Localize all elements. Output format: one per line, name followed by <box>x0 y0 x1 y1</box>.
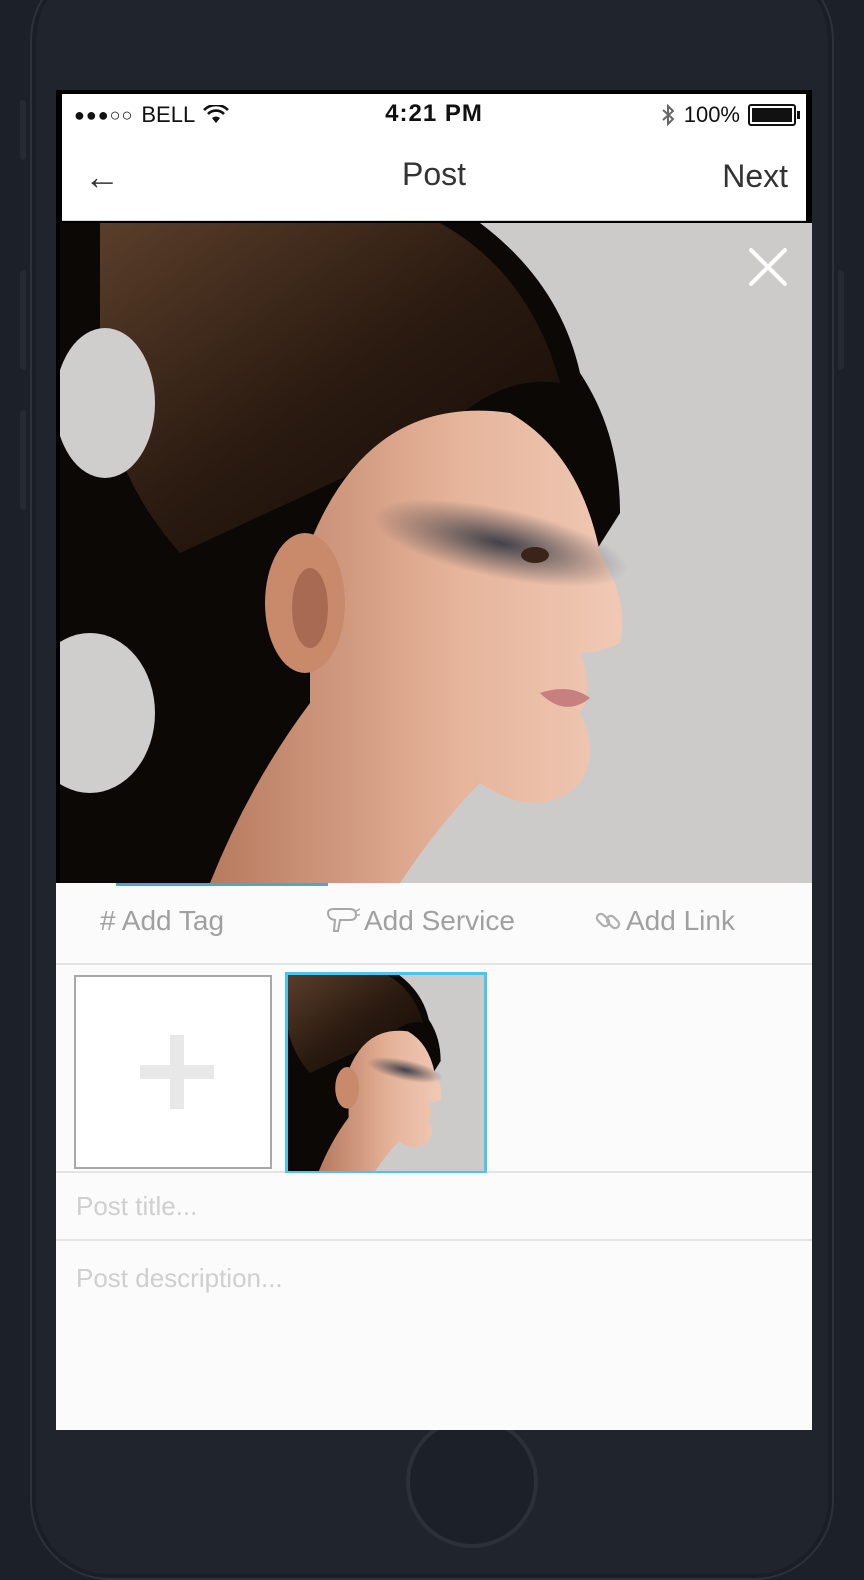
battery-percent: 100% <box>683 102 740 127</box>
screen: ●●●○○ BELL 4:21 PM 100% ← Post Next # Ad… <box>56 90 812 1430</box>
selected-photo-preview <box>60 223 812 883</box>
power-button <box>838 270 844 370</box>
page-title: Post <box>401 156 467 192</box>
tab-add-service-label: Add Service <box>364 905 515 936</box>
hair-dryer-icon <box>326 908 360 932</box>
portrait-image <box>60 223 812 883</box>
mute-switch <box>20 100 26 160</box>
active-tab-indicator <box>116 883 328 886</box>
tab-add-link-label: Add Link <box>626 905 735 936</box>
add-photo-button[interactable] <box>74 975 272 1169</box>
post-editor-panel: # Add Tag Add Service Add Link <box>56 883 812 1430</box>
tab-bar: # Add Tag Add Service Add Link <box>56 883 812 965</box>
close-icon[interactable] <box>746 245 790 289</box>
tab-add-tag[interactable]: # Add Tag <box>100 905 224 937</box>
post-description-input[interactable] <box>56 1243 812 1430</box>
home-button[interactable] <box>406 1416 538 1548</box>
bluetooth-icon <box>662 103 675 127</box>
volume-up-button <box>20 270 26 370</box>
post-title-input[interactable] <box>56 1173 812 1241</box>
volume-down-button <box>20 410 26 510</box>
battery-icon <box>748 104 800 126</box>
photo-thumbnail-strip <box>56 965 812 1174</box>
battery-fill <box>752 108 792 122</box>
plus-icon <box>140 1035 214 1109</box>
thumbnail-image <box>288 975 484 1171</box>
tab-add-tag-label: # Add Tag <box>100 905 225 936</box>
nav-bar: ← Post Next <box>62 134 806 221</box>
link-icon <box>595 912 621 930</box>
photo-thumbnail-selected[interactable] <box>285 972 487 1174</box>
next-button[interactable]: Next <box>722 158 788 195</box>
tab-add-link[interactable]: Add Link <box>594 905 735 937</box>
tab-add-service[interactable]: Add Service <box>326 905 515 937</box>
status-bar: ●●●○○ BELL 4:21 PM 100% <box>62 94 806 134</box>
